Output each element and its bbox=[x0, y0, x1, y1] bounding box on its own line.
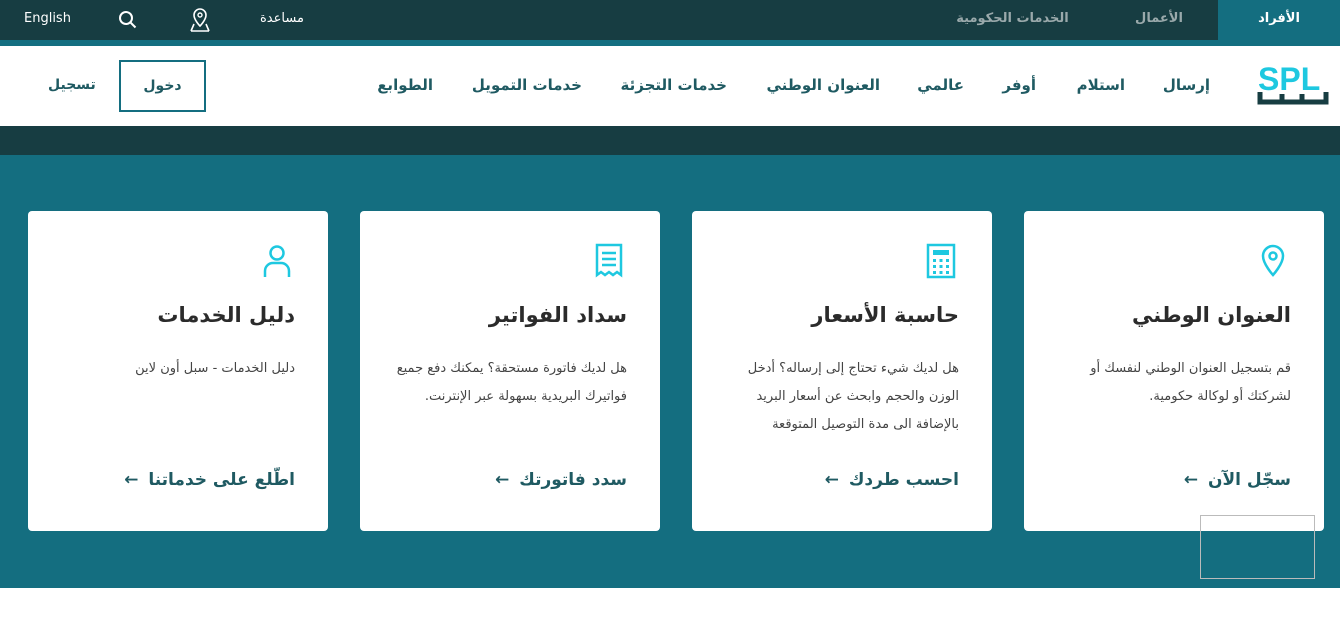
receipt-icon bbox=[595, 243, 623, 278]
top-bar: الأفراد الأعمال الخدمات الحكومية مساعدة … bbox=[0, 0, 1340, 40]
nav-national-address[interactable]: العنوان الوطني bbox=[766, 76, 880, 94]
arrow-left-icon: ← bbox=[495, 470, 510, 490]
nav-awfar[interactable]: أوفر bbox=[1002, 76, 1036, 94]
card-description: هل لديك فاتورة مستحقة؟ يمكنك دفع جميع فو… bbox=[396, 361, 627, 404]
tab-government[interactable]: الخدمات الحكومية bbox=[930, 0, 1095, 40]
nav-receive[interactable]: استلام bbox=[1077, 76, 1125, 94]
tab-business[interactable]: الأعمال bbox=[1100, 0, 1218, 40]
card-services-guide: دليل الخدمات دليل الخدمات - سبل أون لاين… bbox=[28, 211, 328, 531]
spl-logo[interactable]: SPL bbox=[1256, 62, 1332, 110]
nav-send[interactable]: إرسال bbox=[1163, 76, 1210, 94]
card-description: دليل الخدمات - سبل أون لاين bbox=[135, 361, 295, 376]
link-label: احسب طردك bbox=[848, 470, 959, 490]
register-link[interactable]: تسجيل bbox=[48, 77, 96, 93]
calculate-parcel-link[interactable]: احسب طردك ← bbox=[825, 470, 959, 490]
link-label: اطّلع على خدماتنا bbox=[148, 470, 295, 490]
arrow-left-icon: ← bbox=[124, 470, 139, 490]
card-title: سداد الفواتير bbox=[488, 303, 627, 327]
card-title: العنوان الوطني bbox=[1132, 303, 1291, 327]
register-now-link[interactable]: سجّل الآن ← bbox=[1184, 470, 1291, 490]
user-icon bbox=[263, 245, 291, 277]
nav-finance[interactable]: خدمات التمويل bbox=[472, 76, 582, 94]
card-title: دليل الخدمات bbox=[157, 303, 295, 327]
location-pin-icon bbox=[1261, 244, 1285, 277]
card-description: قم بتسجيل العنوان الوطني لنفسك أو لشركتك… bbox=[1090, 361, 1291, 404]
view-services-link[interactable]: اطّلع على خدماتنا ← bbox=[124, 470, 295, 490]
nav-retail[interactable]: خدمات التجزئة bbox=[621, 76, 727, 94]
card-title: حاسبة الأسعار bbox=[811, 303, 959, 327]
help-link[interactable]: مساعدة bbox=[260, 0, 304, 40]
broken-image bbox=[1200, 515, 1315, 579]
nav-stamps[interactable]: الطوابع bbox=[377, 76, 433, 94]
card-description: هل لديك شيء تحتاج إلى إرساله؟ أدخل الوزن… bbox=[747, 361, 959, 432]
link-label: سجّل الآن bbox=[1207, 470, 1291, 490]
tab-individuals[interactable]: الأفراد bbox=[1218, 0, 1340, 40]
link-label: سدد فاتورتك bbox=[519, 470, 627, 490]
hero-band bbox=[0, 126, 1340, 155]
pay-bill-link[interactable]: سدد فاتورتك ← bbox=[495, 470, 627, 490]
card-bill-payment: سداد الفواتير هل لديك فاتورة مستحقة؟ يمك… bbox=[360, 211, 660, 531]
nav-global[interactable]: عالمي bbox=[917, 76, 964, 94]
svg-text:SPL: SPL bbox=[1258, 62, 1320, 97]
language-switch[interactable]: English bbox=[24, 0, 71, 40]
location-pin-icon[interactable] bbox=[188, 7, 212, 33]
card-national-address: العنوان الوطني قم بتسجيل العنوان الوطني … bbox=[1024, 211, 1324, 531]
card-price-calculator: حاسبة الأسعار هل لديك شيء تحتاج إلى إرسا… bbox=[692, 211, 992, 531]
arrow-left-icon: ← bbox=[824, 470, 839, 490]
login-button[interactable]: دخول bbox=[119, 60, 206, 112]
calculator-icon bbox=[926, 243, 956, 279]
search-icon[interactable] bbox=[118, 10, 138, 30]
arrow-left-icon: ← bbox=[1183, 470, 1198, 490]
